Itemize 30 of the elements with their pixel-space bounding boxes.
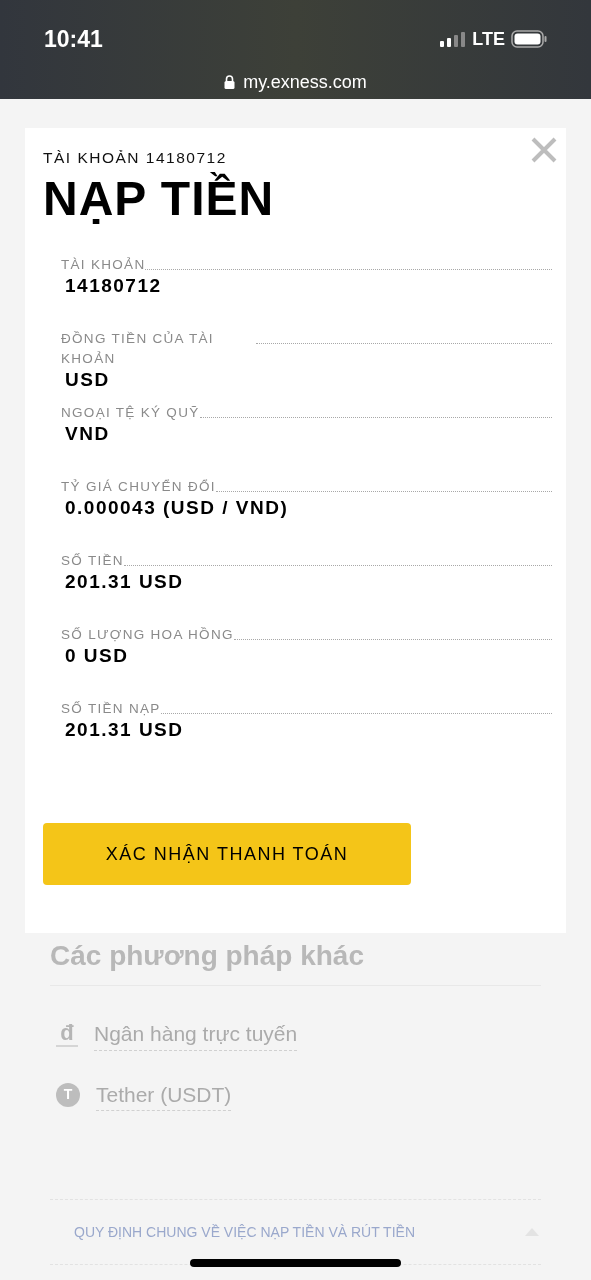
payment-method-link[interactable]: Tether (USDT) <box>96 1078 232 1111</box>
dialog-subtitle: TÀI KHOẢN 14180712 <box>43 148 227 168</box>
field-value: 0.000043 (USD / VND) <box>64 497 290 520</box>
field-value: 201.31 USD <box>64 571 185 594</box>
field-value: 14180712 <box>64 275 163 298</box>
field-label: SỐ TIỀN <box>61 552 124 571</box>
signal-icon <box>440 31 467 48</box>
field-label: TỶ GIÁ CHUYỂN ĐỔI <box>61 478 216 497</box>
field-label: SỐ TIỀN NẠP <box>61 700 161 719</box>
field-value: 201.31 USD <box>64 719 185 742</box>
field-label: NGOẠI TỆ KÝ QUỸ <box>61 404 200 423</box>
confirm-payment-button[interactable]: XÁC NHẬN THANH TOÁN <box>43 823 411 886</box>
clock-time: 10:41 <box>44 25 103 54</box>
field-label: TÀI KHOẢN <box>61 256 146 275</box>
network-label: LTE <box>472 27 505 51</box>
payment-method-link[interactable]: Ngân hàng trực tuyến <box>94 1018 298 1051</box>
field-label: ĐỒNG TIỀN CỦA TÀI KHOẢN <box>61 330 215 369</box>
close-icon <box>530 136 558 164</box>
tether-icon: T <box>56 1082 80 1107</box>
section-heading: Các phương pháp khác <box>50 933 541 986</box>
lock-icon <box>224 75 236 89</box>
field-value: 0 USD <box>64 645 130 668</box>
dialog-title: NẠP TIỀN <box>43 171 276 228</box>
battery-icon <box>511 30 547 49</box>
url-text[interactable]: my.exness.com <box>243 68 367 96</box>
accordion-label: QUY ĐỊNH CHUNG VỀ VIỆC NẠP TIỀN VÀ RÚT TIỀN <box>74 1222 415 1242</box>
field-label: SỐ LƯỢNG HOA HỒNG <box>61 626 234 645</box>
close-button[interactable] <box>530 136 558 164</box>
field-value: USD <box>64 369 111 392</box>
field-value: VND <box>64 423 111 446</box>
